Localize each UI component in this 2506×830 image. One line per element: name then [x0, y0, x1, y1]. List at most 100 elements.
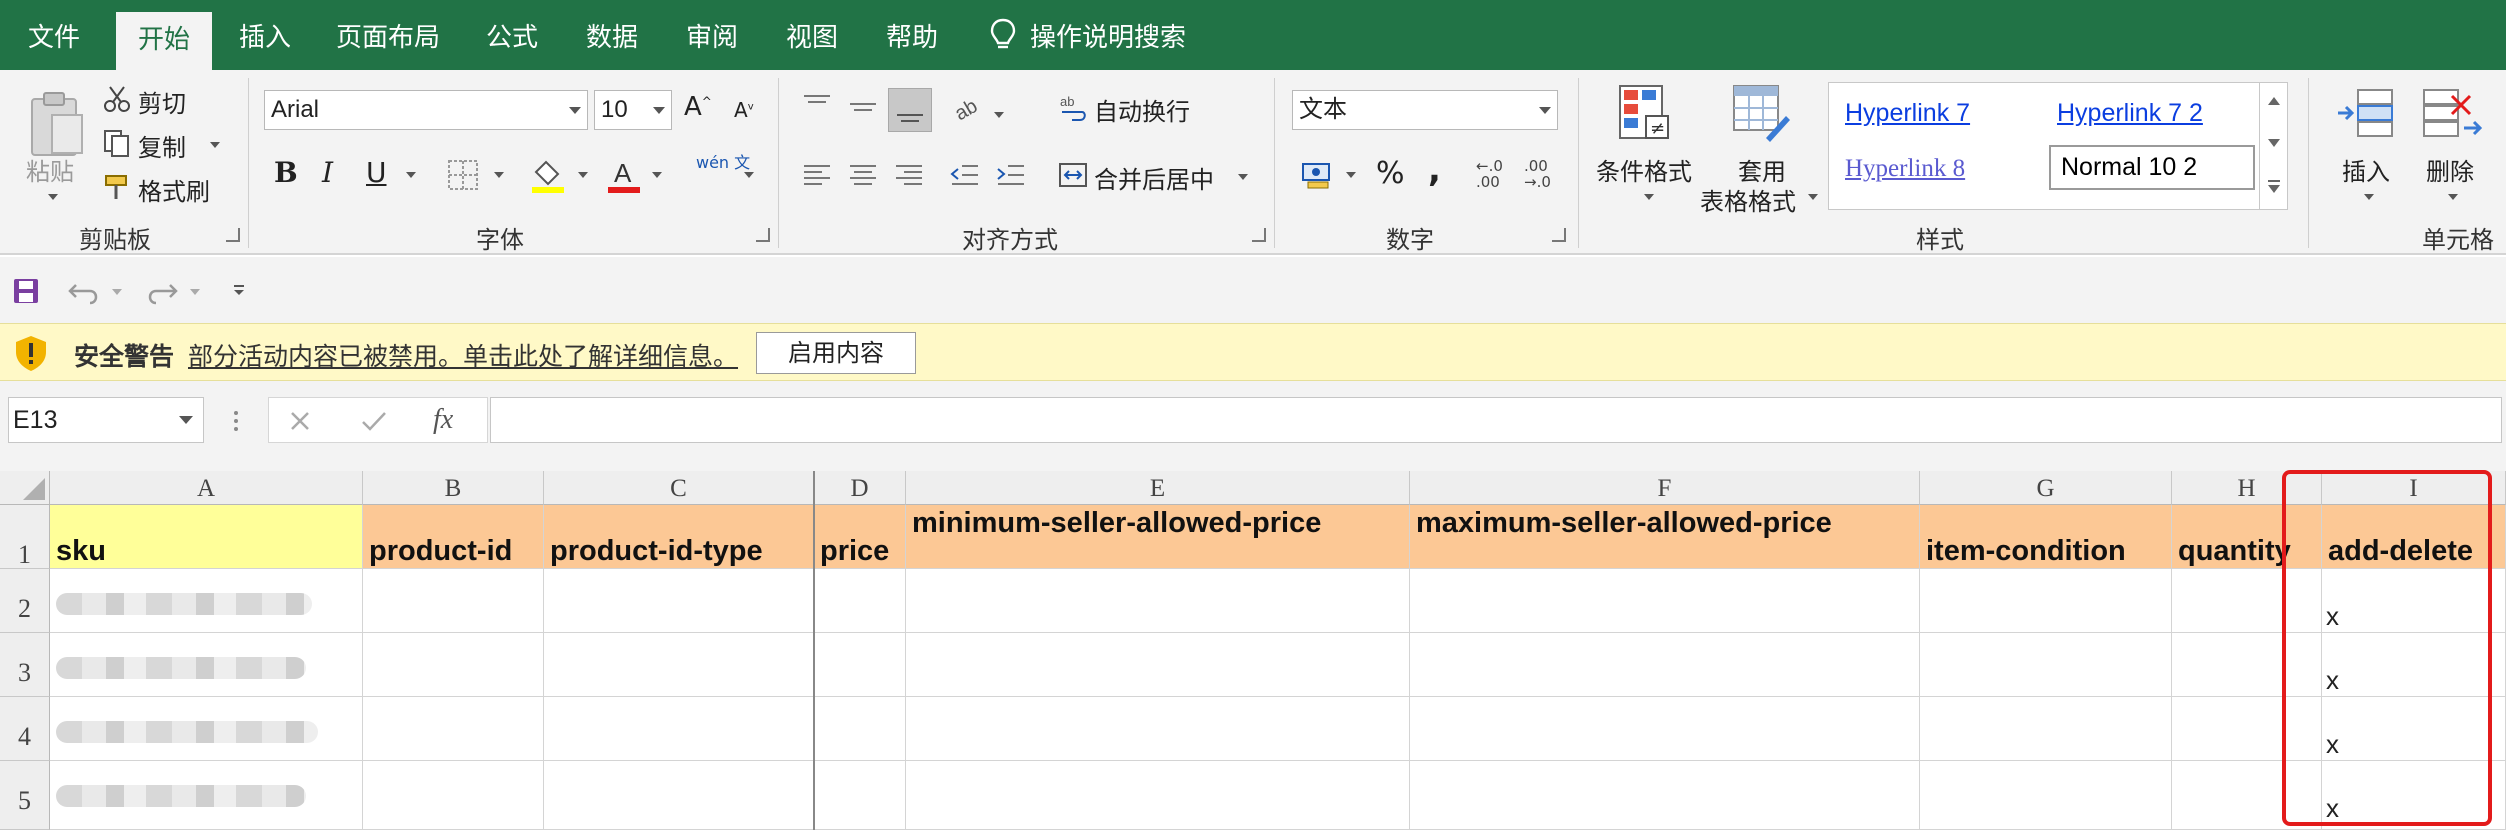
more-options-icon[interactable]: [232, 409, 240, 433]
align-left-icon[interactable]: [800, 158, 834, 192]
fill-color-icon[interactable]: [530, 156, 566, 194]
phonetic-guide-icon[interactable]: wén 文: [696, 154, 750, 172]
column-header-b[interactable]: B: [363, 471, 544, 505]
row-header-2[interactable]: 2: [0, 569, 50, 633]
phonetic-dropdown-icon[interactable]: [744, 172, 754, 178]
tab-review[interactable]: 审阅: [672, 0, 752, 70]
tab-help[interactable]: 帮助: [872, 0, 952, 70]
column-header-e[interactable]: E: [906, 471, 1410, 505]
increase-decimal-icon[interactable]: ←.0.00: [1476, 158, 1503, 190]
tab-view[interactable]: 视图: [772, 0, 852, 70]
tab-file[interactable]: 文件: [14, 0, 94, 70]
cut-button[interactable]: 剪切: [138, 84, 186, 119]
percent-button[interactable]: %: [1376, 156, 1405, 191]
orientation-icon[interactable]: ab: [952, 92, 986, 122]
select-all-corner[interactable]: [0, 471, 50, 505]
format-as-table-label-2[interactable]: 表格格式: [1700, 182, 1796, 217]
delete-cells-button[interactable]: 删除: [2426, 152, 2474, 187]
cell-a5[interactable]: [50, 761, 363, 830]
conditional-formatting-button[interactable]: 条件格式: [1596, 152, 1692, 187]
underline-button[interactable]: U: [366, 156, 387, 189]
align-right-icon[interactable]: [892, 158, 926, 192]
redo-dropdown-icon[interactable]: [190, 289, 200, 295]
font-size-select[interactable]: 10: [594, 90, 672, 130]
scroll-down-icon[interactable]: [2268, 139, 2280, 147]
tab-formulas[interactable]: 公式: [472, 0, 552, 70]
style-hyperlink-7[interactable]: Hyperlink 7: [1845, 99, 1970, 128]
italic-button[interactable]: I: [322, 156, 333, 189]
column-header-d[interactable]: D: [814, 471, 906, 505]
header-cell-price[interactable]: price: [814, 505, 906, 569]
font-color-dropdown-icon[interactable]: [652, 172, 662, 178]
copy-button[interactable]: 复制: [138, 128, 186, 163]
column-header-g[interactable]: G: [1920, 471, 2172, 505]
number-launcher-icon[interactable]: [1552, 228, 1566, 242]
name-box[interactable]: E13: [8, 397, 204, 443]
tab-home[interactable]: 开始: [116, 12, 212, 70]
column-header-f[interactable]: F: [1410, 471, 1920, 505]
cell-a3[interactable]: [50, 633, 363, 697]
align-bottom-button[interactable]: [888, 88, 932, 132]
redo-icon[interactable]: [144, 277, 178, 305]
undo-dropdown-icon[interactable]: [112, 289, 122, 295]
number-format-select[interactable]: 文本: [1292, 90, 1558, 130]
empty-cells-region[interactable]: [363, 569, 2322, 830]
font-color-icon[interactable]: A: [606, 156, 642, 194]
underline-dropdown-icon[interactable]: [406, 172, 416, 178]
insert-function-button[interactable]: fx: [433, 404, 453, 436]
enable-content-button[interactable]: 启用内容: [756, 332, 916, 374]
align-top-icon[interactable]: [800, 90, 834, 124]
conditional-dropdown-icon[interactable]: [1644, 194, 1654, 200]
row-header-4[interactable]: 4: [0, 697, 50, 761]
alignment-launcher-icon[interactable]: [1252, 228, 1266, 242]
style-hyperlink-7-2[interactable]: Hyperlink 7 2: [2057, 99, 2203, 128]
insert-cells-button[interactable]: 插入: [2342, 152, 2390, 187]
header-cell-maximum-price[interactable]: maximum-seller-allowed-price: [1410, 505, 1920, 569]
align-center-icon[interactable]: [846, 158, 880, 192]
format-painter-button[interactable]: 格式刷: [138, 172, 210, 207]
grow-font-icon[interactable]: A^: [684, 92, 712, 122]
security-warning-message-link[interactable]: 部分活动内容已被禁用。单击此处了解详细信息。: [188, 337, 738, 373]
row-header-1[interactable]: 1: [0, 505, 50, 569]
orientation-dropdown-icon[interactable]: [994, 112, 1004, 118]
accounting-format-icon[interactable]: [1300, 158, 1334, 192]
tab-insert[interactable]: 插入: [224, 0, 306, 70]
align-middle-icon[interactable]: [846, 90, 880, 124]
header-cell-product-id-type[interactable]: product-id-type: [544, 505, 814, 569]
decrease-decimal-icon[interactable]: .00 →.0: [1524, 158, 1551, 190]
wrap-text-button[interactable]: 自动换行: [1094, 92, 1190, 127]
accounting-dropdown-icon[interactable]: [1346, 172, 1356, 178]
cancel-icon[interactable]: [289, 410, 311, 432]
clipboard-launcher-icon[interactable]: [226, 228, 240, 242]
shrink-font-icon[interactable]: Av: [734, 98, 754, 122]
format-as-table-dropdown-icon[interactable]: [1808, 194, 1818, 200]
more-styles-icon[interactable]: [2268, 179, 2280, 193]
merge-center-button[interactable]: 合并后居中: [1094, 160, 1214, 195]
insert-dropdown-icon[interactable]: [2364, 194, 2374, 200]
style-hyperlink-8[interactable]: Hyperlink 8: [1845, 155, 1965, 183]
scroll-up-icon[interactable]: [2268, 97, 2280, 105]
increase-indent-icon[interactable]: [994, 158, 1028, 192]
delete-dropdown-icon[interactable]: [2448, 194, 2458, 200]
header-cell-sku[interactable]: sku: [50, 505, 363, 569]
gallery-scroll[interactable]: [2259, 83, 2287, 209]
merge-dropdown-icon[interactable]: [1238, 174, 1248, 180]
borders-icon[interactable]: [446, 158, 480, 192]
enter-check-icon[interactable]: [361, 410, 387, 432]
tab-page-layout[interactable]: 页面布局: [326, 0, 450, 70]
cell-a2[interactable]: [50, 569, 363, 633]
cell-a4[interactable]: [50, 697, 363, 761]
decrease-indent-icon[interactable]: [948, 158, 982, 192]
formula-input[interactable]: [490, 397, 2502, 443]
customize-qat-icon[interactable]: [232, 283, 246, 297]
font-launcher-icon[interactable]: [756, 228, 770, 242]
copy-dropdown-icon[interactable]: [210, 142, 220, 148]
borders-dropdown-icon[interactable]: [494, 172, 504, 178]
header-cell-minimum-price[interactable]: minimum-seller-allowed-price: [906, 505, 1410, 569]
tell-me-search[interactable]: 操作说明搜索: [990, 0, 1186, 70]
row-header-3[interactable]: 3: [0, 633, 50, 697]
fill-color-dropdown-icon[interactable]: [578, 172, 588, 178]
paste-dropdown-icon[interactable]: [48, 194, 58, 200]
undo-icon[interactable]: [68, 277, 102, 305]
tab-data[interactable]: 数据: [572, 0, 652, 70]
